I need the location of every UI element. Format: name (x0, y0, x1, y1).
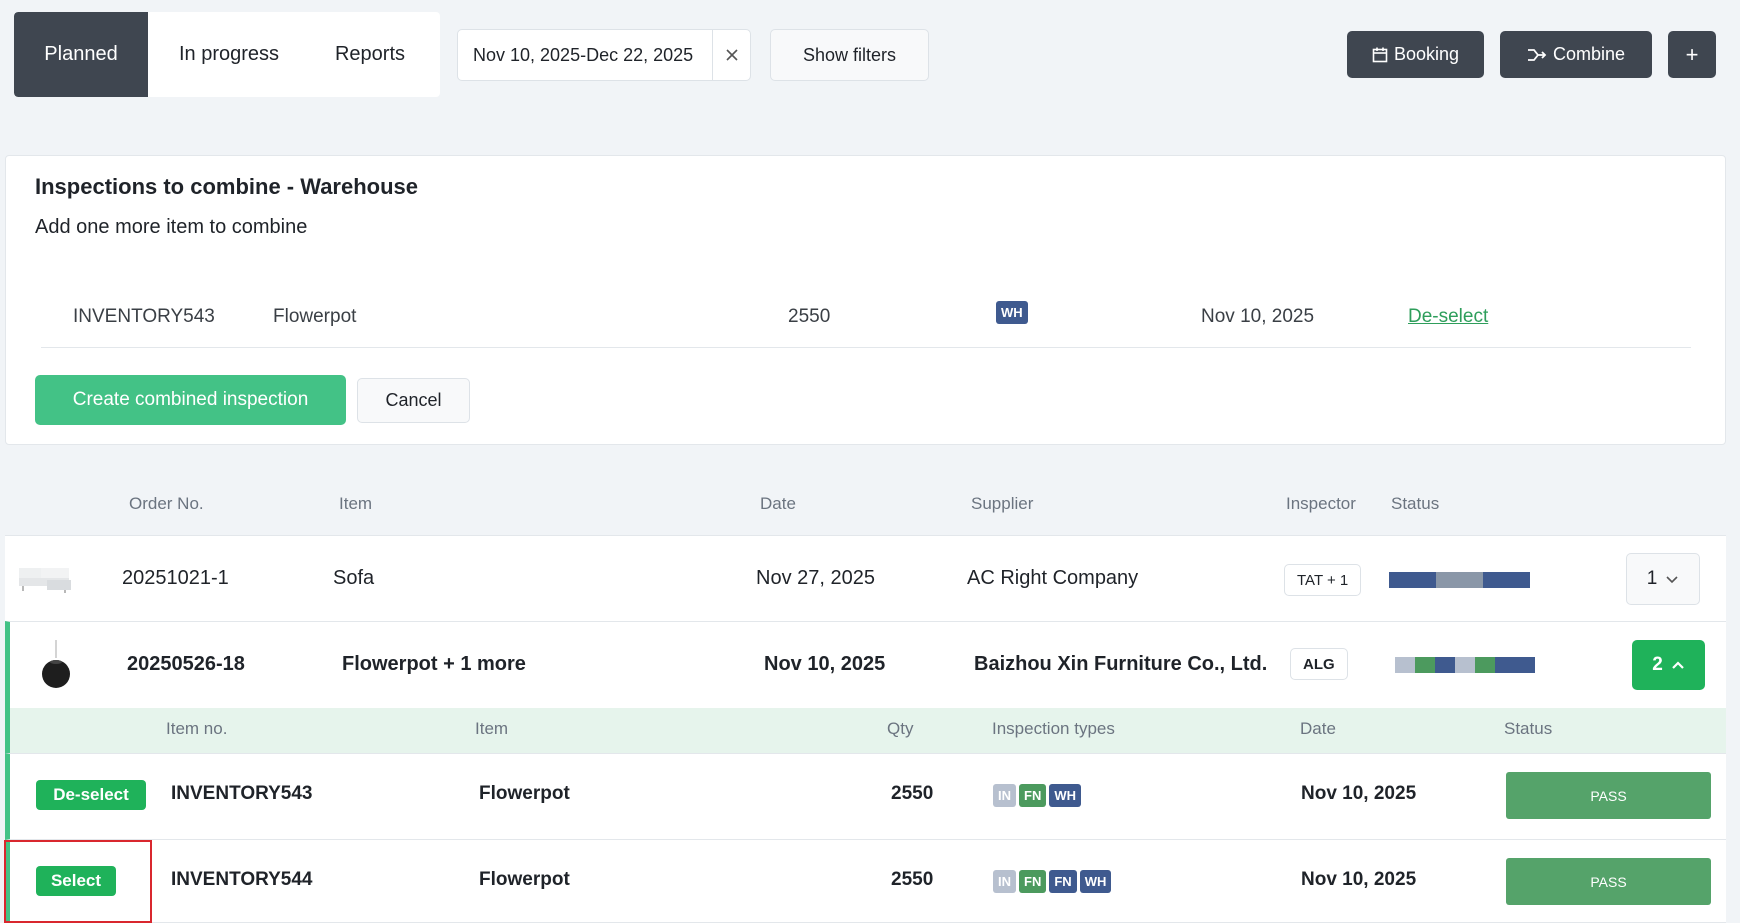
sub-header-item: Item (475, 719, 509, 738)
select-button[interactable]: Select (36, 866, 116, 896)
add-button[interactable]: + (1668, 31, 1716, 78)
date-range-value[interactable]: Nov 10, 2025-Dec 22, 2025 (458, 30, 713, 80)
chevron-up-icon (1672, 661, 1684, 669)
deselect-button[interactable]: De-select (36, 780, 146, 810)
tab-planned[interactable]: Planned (14, 12, 148, 97)
row-count: 1 (1646, 568, 1658, 589)
sub-item-date: Nov 10, 2025 (1301, 783, 1417, 804)
create-combined-inspection-button[interactable]: Create combined inspection (35, 375, 346, 425)
header-item[interactable]: Item (339, 494, 372, 514)
chevron-down-icon (1666, 576, 1678, 584)
combine-panel-subtitle: Add one more item to combine (35, 216, 308, 238)
type-badge-fn: FN (1019, 870, 1047, 893)
order-no[interactable]: 20250526-18 (127, 653, 245, 676)
header-order-no[interactable]: Order No. (129, 494, 204, 514)
sub-header-date: Date (1300, 719, 1336, 738)
sub-table-row: Select INVENTORY544 Flowerpot 2550 IN FN… (5, 839, 1726, 923)
sub-header-status: Status (1504, 719, 1553, 738)
inspection-type-badges: IN FN WH (993, 784, 1082, 807)
supplier-name: Baizhou Xin Furniture Co., Ltd. (974, 653, 1268, 675)
header-supplier[interactable]: Supplier (971, 494, 1033, 514)
sub-header-qty: Qty (887, 719, 914, 738)
type-badge-wh: WH (1079, 870, 1112, 893)
combine-panel: Inspections to combine - Warehouse Add o… (5, 155, 1726, 445)
view-tabs: Planned In progress Reports (14, 12, 440, 97)
status-progress-bar (1389, 572, 1530, 588)
order-date: Nov 10, 2025 (764, 653, 886, 675)
date-range-picker[interactable]: Nov 10, 2025-Dec 22, 2025 (457, 29, 751, 81)
type-badge-in: IN (993, 784, 1016, 807)
order-no[interactable]: 20251021-1 (122, 567, 229, 590)
sub-header-inspection-types: Inspection types (992, 719, 1115, 738)
header-inspector[interactable]: Inspector (1286, 494, 1356, 514)
flowerpot-thumbnail (42, 640, 70, 688)
sub-item-no: INVENTORY543 (171, 783, 313, 804)
type-badge-fn: FN (1049, 870, 1077, 893)
table-row[interactable]: 20251021-1 Sofa Nov 27, 2025 AC Right Co… (5, 535, 1726, 621)
type-badge-fn: FN (1019, 784, 1047, 807)
booking-button[interactable]: Booking (1347, 31, 1484, 78)
item-name: Flowerpot + 1 more (342, 653, 526, 675)
header-date[interactable]: Date (760, 494, 796, 514)
combine-button[interactable]: Combine (1500, 31, 1652, 78)
sub-header-item-no: Item no. (166, 719, 228, 738)
combine-label: Combine (1552, 44, 1626, 64)
supplier-name: AC Right Company (967, 567, 1139, 589)
selected-item-no: INVENTORY543 (73, 306, 215, 327)
tab-reports[interactable]: Reports (310, 12, 440, 97)
selected-item-qty: 2550 (788, 306, 831, 327)
status-pass-badge[interactable]: PASS (1506, 858, 1711, 905)
sub-item-name: Flowerpot (479, 869, 570, 890)
deselect-link[interactable]: De-select (1408, 306, 1488, 328)
sub-item-qty: 2550 (891, 869, 934, 890)
merge-icon (1527, 48, 1547, 61)
sub-item-name: Flowerpot (479, 783, 570, 804)
row-count-toggle[interactable]: 2 (1632, 640, 1705, 690)
sub-table-row: De-select INVENTORY543 Flowerpot 2550 IN… (5, 753, 1726, 839)
calendar-icon (1372, 47, 1388, 62)
sofa-thumbnail (19, 568, 71, 593)
row-count: 2 (1652, 654, 1663, 675)
type-badge-wh: WH (1049, 784, 1082, 807)
sub-item-no: INVENTORY544 (171, 869, 313, 890)
tab-in-progress[interactable]: In progress (148, 12, 310, 97)
type-badge-wh: WH (996, 301, 1028, 324)
inspector-tag: ALG (1290, 648, 1348, 680)
row-count-toggle[interactable]: 1 (1626, 553, 1700, 605)
inspector-tag: TAT + 1 (1284, 564, 1362, 596)
close-icon[interactable] (713, 30, 750, 80)
sub-item-date: Nov 10, 2025 (1301, 869, 1417, 890)
selected-item-date: Nov 10, 2025 (1201, 306, 1315, 327)
order-date: Nov 27, 2025 (756, 567, 875, 589)
status-pass-badge[interactable]: PASS (1506, 772, 1711, 819)
inspection-type-badges: IN FN FN WH (993, 870, 1112, 893)
booking-label: Booking (1393, 44, 1460, 64)
sub-table-header: Item no. Item Qty Inspection types Date … (5, 708, 1726, 753)
type-badge-in: IN (993, 870, 1016, 893)
selected-item-name: Flowerpot (273, 306, 357, 327)
table-row[interactable]: 20250526-18 Flowerpot + 1 more Nov 10, 2… (5, 621, 1726, 708)
show-filters-button[interactable]: Show filters (770, 29, 929, 81)
item-name: Sofa (333, 567, 375, 589)
combine-selected-row: INVENTORY543 Flowerpot 2550 WH Nov 10, 2… (41, 256, 1691, 348)
status-progress-bar (1395, 657, 1535, 673)
combine-panel-title: Inspections to combine - Warehouse (35, 174, 419, 199)
sub-item-qty: 2550 (891, 783, 934, 804)
header-status[interactable]: Status (1391, 494, 1439, 514)
cancel-button[interactable]: Cancel (357, 378, 470, 423)
